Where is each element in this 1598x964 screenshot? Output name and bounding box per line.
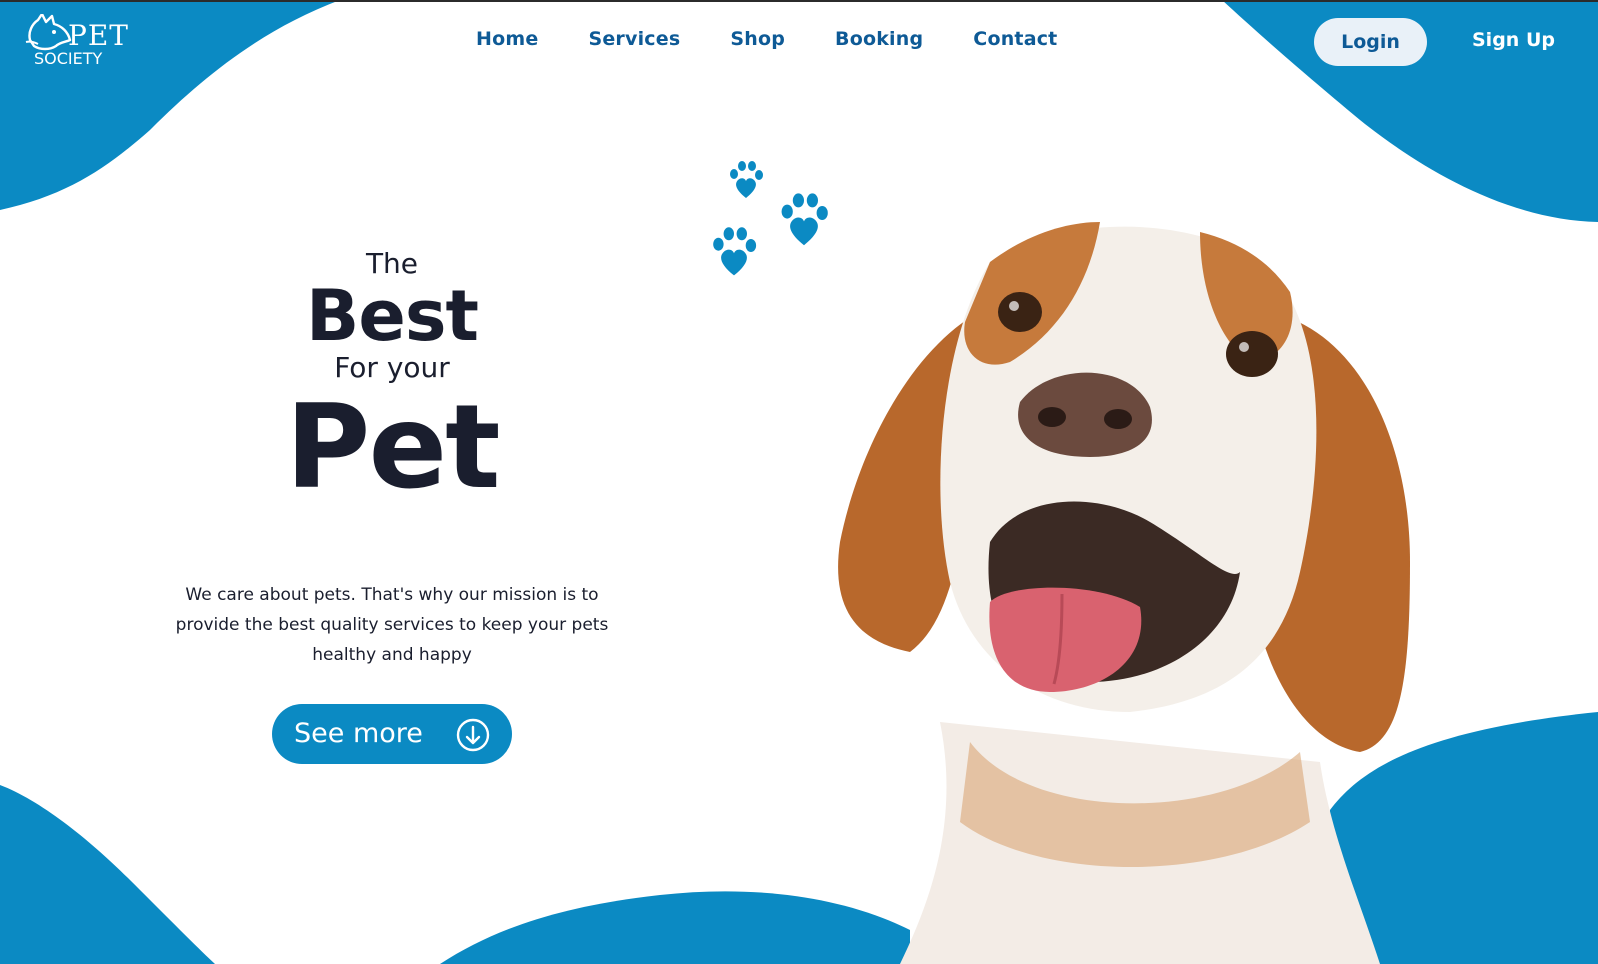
logo-text-top: PET	[68, 19, 129, 52]
hero-heading: The Best For your Pet	[150, 248, 634, 512]
login-button[interactable]: Login	[1314, 18, 1427, 66]
hero-line-pet: Pet	[285, 380, 500, 515]
nav-home[interactable]: Home	[476, 28, 538, 50]
nav-shop[interactable]: Shop	[730, 28, 785, 50]
hero-line-best: Best	[306, 275, 479, 357]
paw-heart-icon	[781, 193, 828, 246]
main-nav: Home Services Shop Booking Contact	[476, 28, 1057, 50]
see-more-label: See more	[294, 718, 423, 749]
brand-logo[interactable]: PET SOCIETY	[24, 14, 128, 70]
nav-booking[interactable]: Booking	[835, 28, 923, 50]
paw-heart-icon	[730, 161, 763, 198]
nav-services[interactable]: Services	[588, 28, 680, 50]
beagle-dog-photo	[838, 222, 1410, 964]
top-border	[0, 0, 1598, 2]
wave-bottom-left	[0, 785, 215, 964]
arrow-down-circle-icon	[456, 718, 490, 752]
hero-description: We care about pets. That's why our missi…	[175, 585, 609, 665]
paw-heart-icon	[713, 227, 757, 276]
nav-contact[interactable]: Contact	[973, 28, 1057, 50]
see-more-button[interactable]: See more	[272, 704, 512, 764]
logo-text-bottom: SOCIETY	[34, 49, 103, 68]
signup-link[interactable]: Sign Up	[1472, 29, 1555, 51]
